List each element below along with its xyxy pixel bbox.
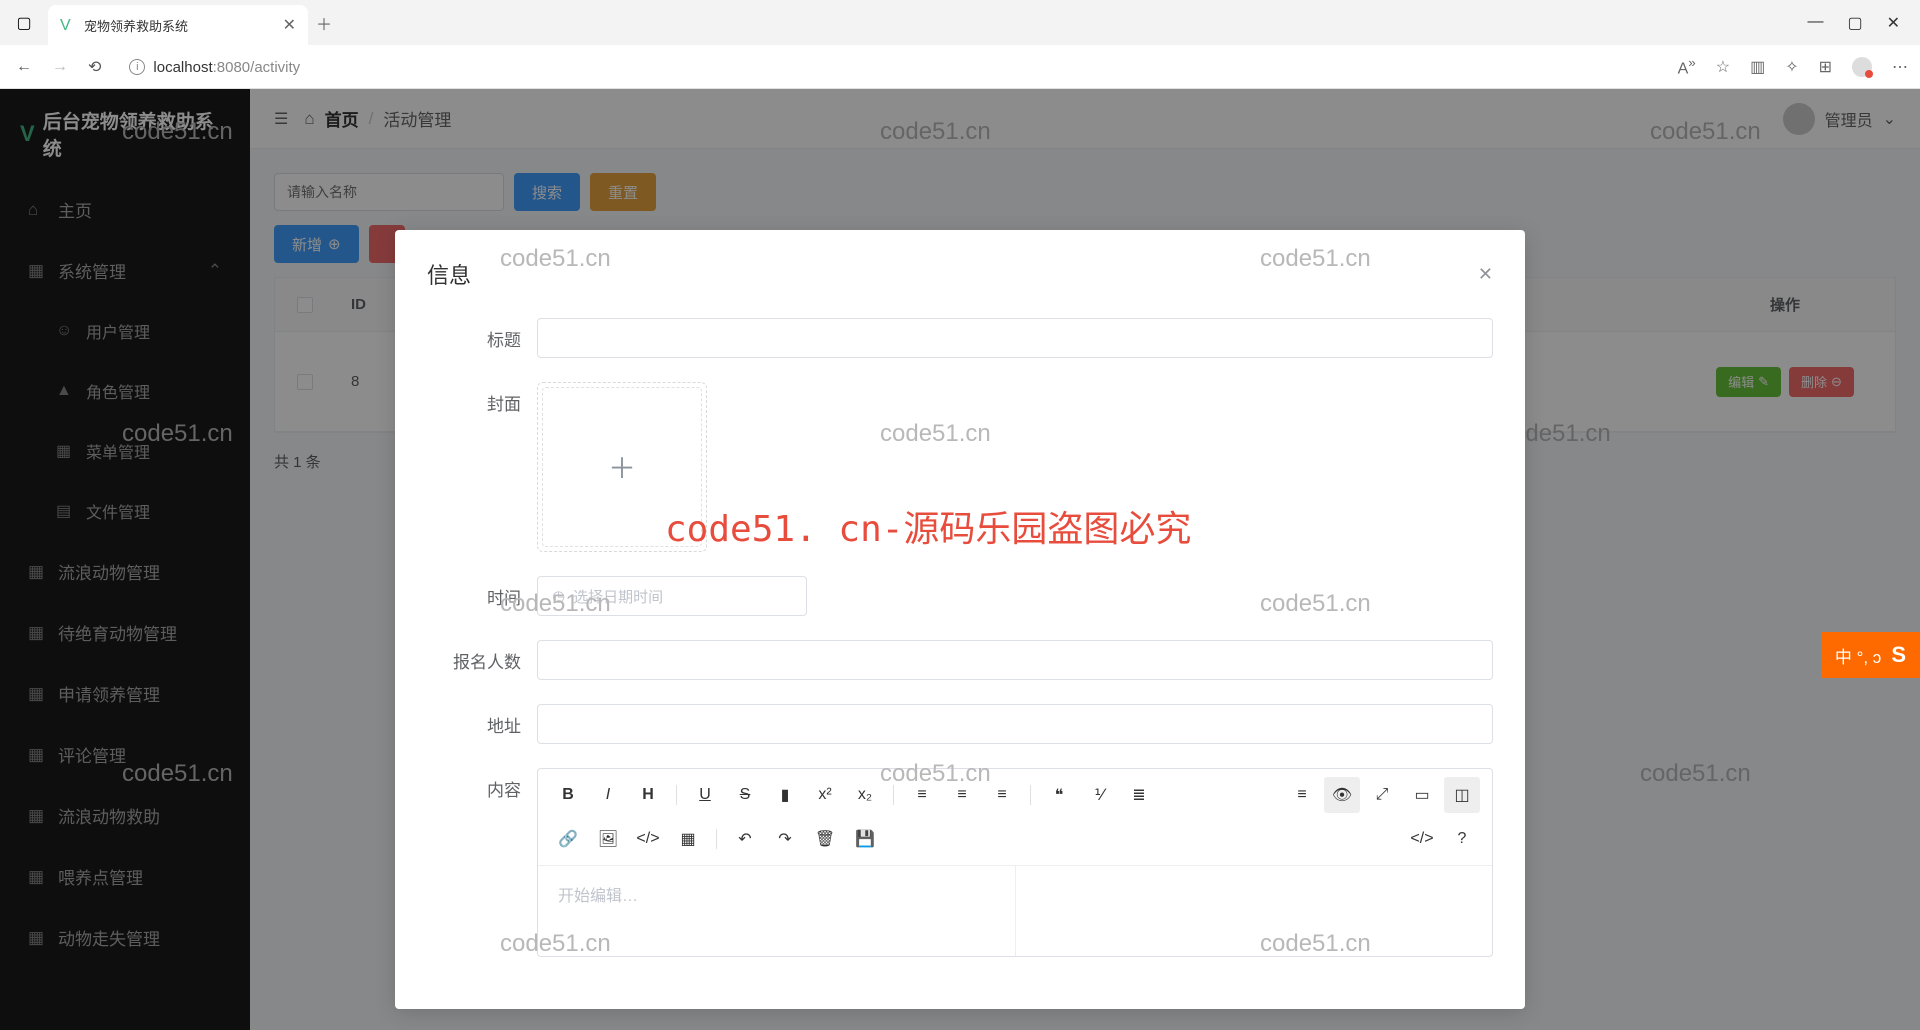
superscript-icon[interactable]: x² — [807, 777, 843, 813]
info-icon[interactable]: i — [129, 59, 145, 75]
tab-title: 宠物领养救助系统 — [84, 16, 275, 35]
browser-chrome: ▢ V 宠物领养救助系统 ✕ ＋ — ▢ ✕ ← → ⟲ i localhost… — [0, 0, 1920, 89]
trash-icon[interactable]: 🗑 — [807, 821, 843, 857]
form-row-cover: 封面 ＋ — [427, 382, 1493, 552]
app-icon[interactable]: ⊞ — [1819, 57, 1832, 77]
address-input[interactable] — [537, 704, 1493, 744]
profile-icon[interactable] — [1852, 57, 1872, 77]
forward-icon: → — [48, 54, 72, 80]
align-left-icon[interactable]: ≡ — [904, 777, 940, 813]
time-input[interactable]: ◷ 选择日期时间 — [537, 576, 807, 616]
browser-tab[interactable]: V 宠物领养救助系统 ✕ — [48, 5, 308, 45]
plus-icon: ＋ — [608, 447, 636, 487]
preview-toggle-icon[interactable]: 👁 — [1324, 777, 1360, 813]
new-tab-button[interactable]: ＋ — [316, 11, 332, 35]
window-controls: — ▢ ✕ — [1807, 13, 1920, 33]
refresh-icon[interactable]: ⟲ — [84, 53, 105, 81]
redo-icon[interactable]: ↷ — [767, 821, 803, 857]
editor-toolbar: B I H U S ▮ x² x₂ ≡ ≡ ≡ ❝ ⅟ ≣ — [538, 769, 1492, 866]
maximize-icon[interactable]: ▢ — [1847, 13, 1862, 33]
code-icon[interactable]: </> — [630, 821, 666, 857]
tab-bar: ▢ V 宠物领养救助系统 ✕ ＋ — ▢ ✕ — [0, 0, 1920, 45]
ime-s-icon: S — [1891, 642, 1906, 668]
url-text: localhost:8080/activity — [153, 59, 300, 76]
save-icon[interactable]: 💾 — [847, 821, 883, 857]
bookmark-icon[interactable]: ▮ — [767, 777, 803, 813]
window-icon[interactable]: ▭ — [1404, 777, 1440, 813]
favorite-icon[interactable]: ☆ — [1716, 57, 1730, 77]
align-center-icon[interactable]: ≡ — [944, 777, 980, 813]
italic-icon[interactable]: I — [590, 777, 626, 813]
unordered-list-icon[interactable]: ≣ — [1121, 777, 1157, 813]
label-content: 内容 — [427, 768, 537, 801]
collections-icon[interactable]: ▥ — [1750, 57, 1765, 77]
rich-editor: B I H U S ▮ x² x₂ ≡ ≡ ≡ ❝ ⅟ ≣ — [537, 768, 1493, 957]
underline-icon[interactable]: U — [687, 777, 723, 813]
subscript-icon[interactable]: x₂ — [847, 777, 883, 813]
read-aloud-icon[interactable]: A» — [1678, 55, 1696, 78]
table-icon[interactable]: ▦ — [670, 821, 706, 857]
minimize-icon[interactable]: — — [1807, 13, 1823, 33]
source-icon[interactable]: </> — [1404, 821, 1440, 857]
editor-textarea[interactable]: 开始编辑… — [538, 866, 1016, 956]
label-cover: 封面 — [427, 382, 537, 415]
close-icon[interactable]: ✕ — [1478, 264, 1493, 285]
form-row-address: 地址 — [427, 704, 1493, 744]
form-row-content: 内容 B I H U S ▮ x² x₂ ≡ ≡ ≡ — [427, 768, 1493, 957]
more-icon[interactable]: ⋯ — [1892, 57, 1908, 77]
undo-icon[interactable]: ↶ — [727, 821, 763, 857]
editor-preview — [1016, 866, 1493, 956]
cover-upload[interactable]: ＋ — [537, 382, 707, 552]
close-window-icon[interactable]: ✕ — [1887, 13, 1900, 33]
form-row-time: 时间 ◷ 选择日期时间 — [427, 576, 1493, 616]
bold-icon[interactable]: B — [550, 777, 586, 813]
editor-body: 开始编辑… — [538, 866, 1492, 956]
capacity-input[interactable] — [537, 640, 1493, 680]
ime-widget[interactable]: 中 °, ↄ S — [1821, 632, 1920, 678]
align-icon[interactable]: ≡ — [1284, 777, 1320, 813]
image-icon[interactable]: 🖼 — [590, 821, 626, 857]
help-icon[interactable]: ? — [1444, 821, 1480, 857]
align-right-icon[interactable]: ≡ — [984, 777, 1020, 813]
vue-icon: V — [60, 17, 76, 33]
close-icon[interactable]: ✕ — [283, 15, 296, 35]
time-placeholder: 选择日期时间 — [573, 586, 663, 607]
modal-header: 信息 ✕ — [427, 258, 1493, 290]
modal-title: 信息 — [427, 258, 471, 290]
label-capacity: 报名人数 — [427, 640, 537, 673]
url-input[interactable]: i localhost:8080/activity — [117, 53, 1665, 82]
split-icon[interactable]: ◫ — [1444, 777, 1480, 813]
fullscreen-icon[interactable]: ⤢ — [1364, 777, 1400, 813]
form-row-title: 标题 — [427, 318, 1493, 358]
modal-dialog: 信息 ✕ 标题 封面 ＋ 时间 ◷ 选择日期时间 报名人数 地址 内容 — [395, 230, 1525, 1009]
address-bar-actions: A» ☆ ▥ ✧ ⊞ ⋯ — [1678, 55, 1908, 78]
ime-label: 中 °, ↄ — [1835, 643, 1881, 668]
strike-icon[interactable]: S — [727, 777, 763, 813]
quote-icon[interactable]: ❝ — [1041, 777, 1077, 813]
title-input[interactable] — [537, 318, 1493, 358]
extensions-icon[interactable]: ✧ — [1785, 57, 1798, 77]
back-icon[interactable]: ← — [12, 54, 36, 80]
form-row-capacity: 报名人数 — [427, 640, 1493, 680]
tab-list-button[interactable]: ▢ — [0, 13, 48, 33]
label-time: 时间 — [427, 576, 537, 609]
clock-icon: ◷ — [552, 587, 565, 605]
heading-icon[interactable]: H — [630, 777, 666, 813]
link-icon[interactable]: 🔗 — [550, 821, 586, 857]
label-address: 地址 — [427, 704, 537, 737]
address-bar: ← → ⟲ i localhost:8080/activity A» ☆ ▥ ✧… — [0, 45, 1920, 89]
label-title: 标题 — [427, 318, 537, 351]
ordered-list-icon[interactable]: ⅟ — [1081, 777, 1117, 813]
